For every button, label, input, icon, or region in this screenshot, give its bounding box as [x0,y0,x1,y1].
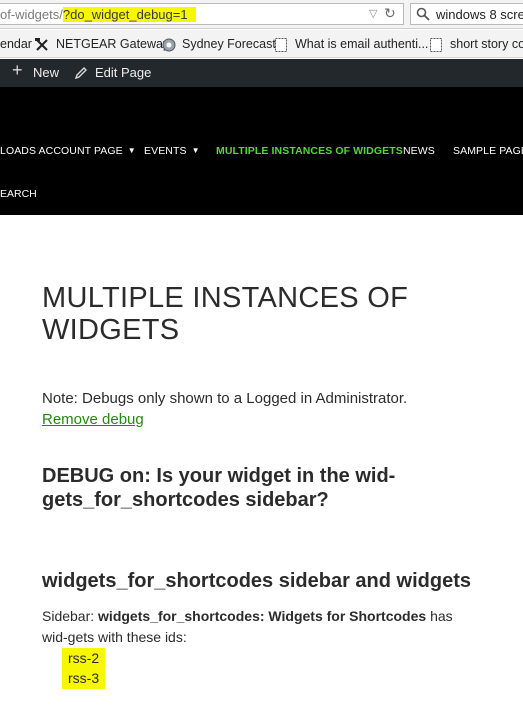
debug-note: Note: Debugs only shown to a Logged in A… [42,390,408,407]
nav-label: EVENTS [144,145,187,157]
nav-label: LOADS ACCOUNT PAGE [0,145,123,157]
bookmarks-bar: endar NETGEAR Gateway Sydney Forecast Wh… [0,30,523,58]
widget-id-item: rss-2 [62,648,106,669]
url-query-highlight: ?do_widget_debug=1 [62,7,196,22]
nav-item-downloads-account[interactable]: LOADS ACCOUNT PAGE ▼ [0,145,136,157]
tools-icon [35,38,48,51]
remove-debug-link[interactable]: Remove debug [42,411,144,428]
sidebar-name: widgets_for_shortcodes: Widgets for Shor… [98,608,427,624]
search-icon [416,7,430,21]
reload-icon[interactable]: ↻ [384,5,396,22]
pencil-icon [74,67,87,80]
address-bar[interactable]: of-widgets/?do_widget_debug=1 ▽ ↻ [0,3,404,25]
nav-item-events[interactable]: EVENTS ▼ [144,145,200,157]
widget-id-item: rss-3 [62,668,106,689]
page-title: MULTIPLE INSTANCES OF WIDGETS [42,282,409,346]
sidebar-heading: widgets_for_shortcodes sidebar and widge… [42,570,471,592]
bookmark-short-story[interactable]: short story co [450,37,523,51]
browser-toolbar: of-widgets/?do_widget_debug=1 ▽ ↻ window… [0,0,523,29]
debug-heading: DEBUG on: Is your widget in the wid-gets… [42,465,396,511]
nav-item-sample-page[interactable]: SAMPLE PAGE [453,145,523,157]
page-icon [430,38,442,52]
wp-admin-bar: + New Edit Page [0,59,523,87]
url-path: of-widgets/ [0,7,63,22]
bookmark-email-auth[interactable]: What is email authenti... [295,37,428,51]
sidebar-label: Sidebar: [42,608,95,624]
site-header: LOADS ACCOUNT PAGE ▼ EVENTS ▼ MULTIPLE INS… [0,87,523,215]
nav-item-news[interactable]: NEWS [403,145,435,157]
nav-item-search[interactable]: EARCH [0,188,37,200]
weather-icon [162,38,176,52]
bookmark-sydney-forecast[interactable]: Sydney Forecast [182,37,276,51]
page-icon [275,38,287,52]
new-button[interactable]: New [33,65,59,80]
sidebar-description: Sidebar: widgets_for_shortcodes: Widgets… [42,606,472,648]
plus-icon: + [12,60,23,80]
address-text[interactable]: of-widgets/?do_widget_debug=1 [0,7,196,22]
caret-down-icon: ▼ [191,146,200,155]
edit-page-button[interactable]: Edit Page [95,65,151,80]
caret-down-icon: ▼ [127,146,136,155]
bookmark-calendar[interactable]: endar [0,37,32,51]
url-dropdown-icon[interactable]: ▽ [369,7,377,20]
search-input[interactable]: windows 8 scree [436,7,523,22]
bookmark-netgear[interactable]: NETGEAR Gateway [56,37,169,51]
search-box[interactable]: windows 8 scree [410,3,523,25]
nav-item-multiple-instances[interactable]: MULTIPLE INSTANCES OF WIDGETS [216,145,403,157]
